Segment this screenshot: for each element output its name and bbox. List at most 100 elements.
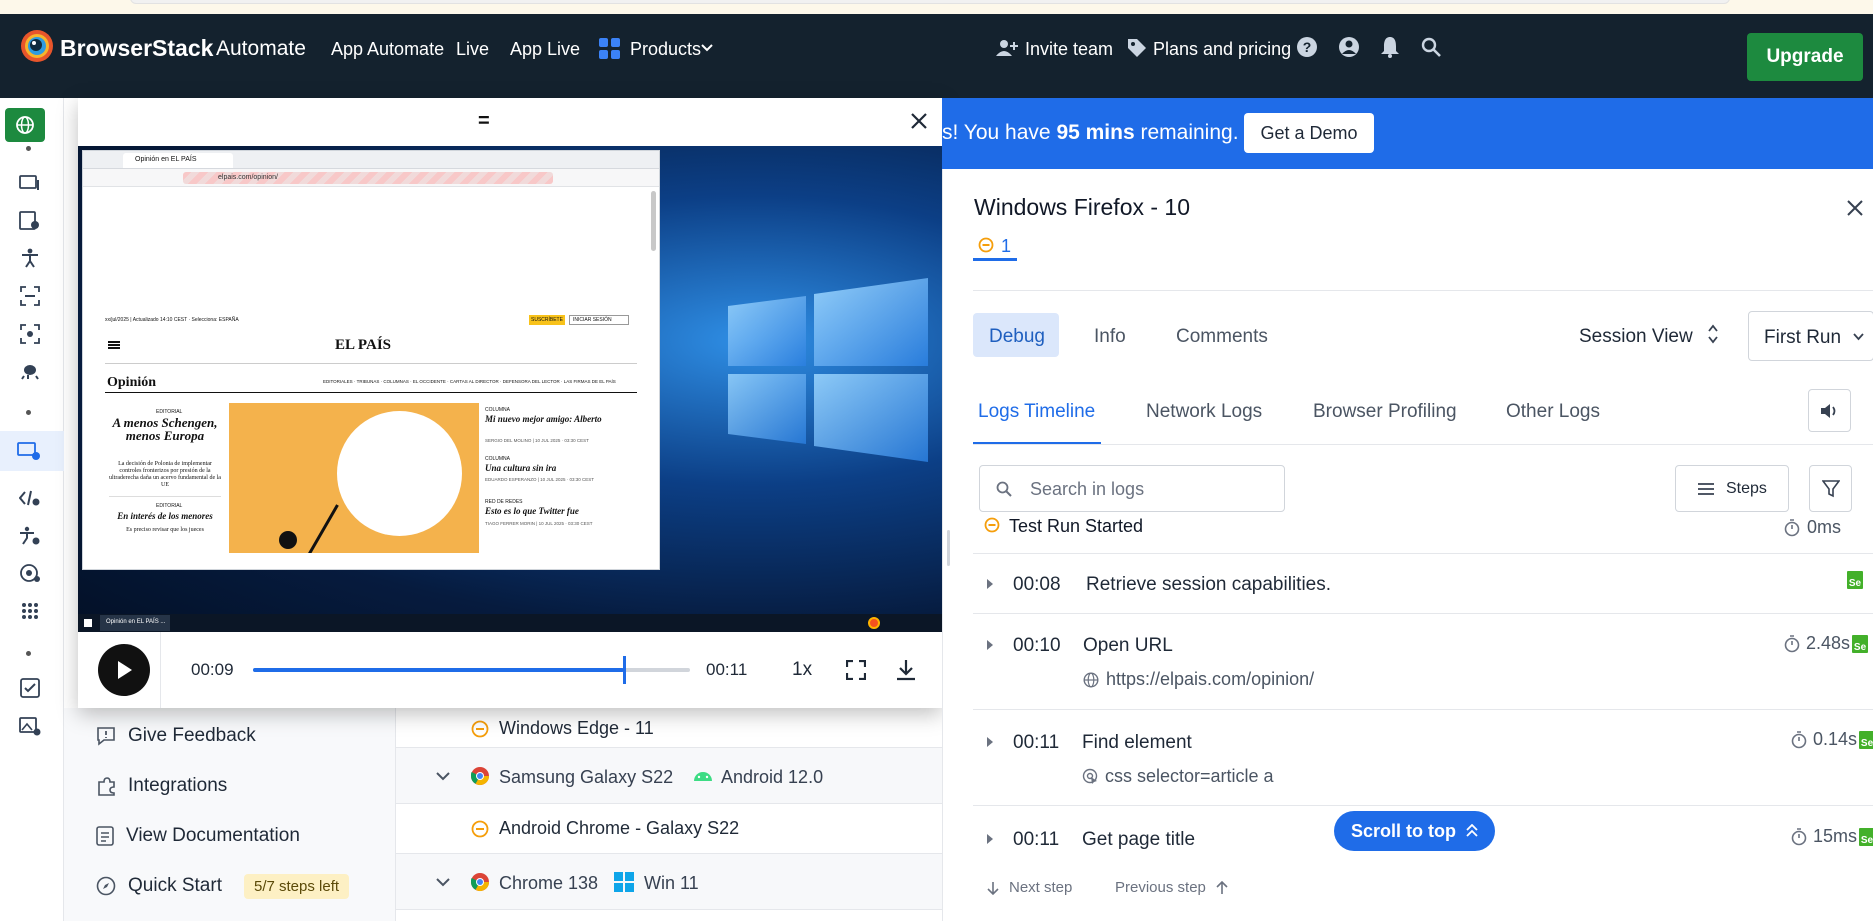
tab-browser-profiling[interactable]: Browser Profiling — [1313, 401, 1457, 423]
tab-logs-timeline[interactable]: Logs Timeline — [978, 401, 1095, 423]
product-name[interactable]: Automate — [216, 38, 306, 59]
page-topline: xx/jul/2025 | Actualizado 14:10 CEST · S… — [105, 317, 239, 323]
column3-meta: TIAGO FERRER MORIN | 10 JUL 2025 · 03:30… — [485, 521, 593, 526]
bell-icon[interactable] — [1380, 36, 1400, 58]
editorial2-body: Es preciso revisar que los jueces — [126, 527, 204, 533]
scroll-to-top-button[interactable]: Scroll to top — [1334, 811, 1495, 851]
help-icon[interactable]: ? — [1296, 36, 1318, 58]
modal-drag-bar[interactable]: = — [78, 98, 942, 146]
sidebar-menu: Give Feedback Integrations View Document… — [64, 708, 396, 921]
nav-products[interactable]: Products — [630, 40, 701, 58]
table-row[interactable]: Windows Edge - 11 — [396, 708, 942, 748]
products-grid-icon — [599, 38, 620, 59]
resize-handle[interactable] — [947, 530, 950, 566]
next-step-button[interactable]: Next step — [987, 879, 1072, 896]
visual-scan-icon[interactable] — [17, 283, 43, 309]
video-frame[interactable]: Opinión en EL PAÍS elpais.com/opinion/ x… — [78, 146, 942, 632]
seek-bar[interactable] — [253, 656, 690, 684]
double-chevron-up-icon — [1466, 824, 1478, 837]
log-name: Open URL — [1083, 635, 1173, 656]
log-detail[interactable]: https://elpais.com/opinion/ — [1083, 669, 1314, 690]
run-select[interactable]: First Run — [1748, 311, 1873, 361]
playback-speed-button[interactable]: 1x — [792, 659, 812, 681]
view-documentation-link[interactable]: View Documentation — [96, 821, 300, 851]
nav-live[interactable]: Live — [456, 40, 489, 58]
filter-button[interactable] — [1809, 465, 1852, 512]
table-row[interactable]: Chrome 138 Win 11 — [396, 854, 942, 910]
observability-icon[interactable] — [17, 560, 43, 586]
table-row[interactable]: Android Chrome - Galaxy S22 — [396, 804, 942, 854]
play-button[interactable] — [98, 644, 150, 696]
brand-name[interactable]: BrowserStack — [60, 37, 213, 60]
tab-comments[interactable]: Comments — [1176, 326, 1268, 348]
expand-caret-icon — [987, 737, 993, 747]
arrow-down-icon — [987, 881, 999, 895]
steps-filter-button[interactable]: Steps — [1675, 465, 1789, 512]
session-view-select[interactable]: Session View — [1579, 326, 1693, 348]
nav-app-automate[interactable]: App Automate — [331, 40, 444, 58]
taskbar-window[interactable]: Opinión en EL PAÍS ... — [106, 619, 165, 625]
editorial2-kicker: EDITORIAL — [156, 503, 183, 509]
previous-step-button[interactable]: Previous step — [1115, 879, 1228, 896]
page-scrollbar[interactable] — [651, 191, 656, 251]
browser-tab-title: Opinión en EL PAÍS — [135, 156, 197, 163]
log-time: 00:08 — [1013, 574, 1061, 595]
log-detail[interactable]: css selector=article a — [1082, 766, 1274, 787]
invite-user-icon — [996, 39, 1018, 57]
log-row[interactable]: 00:08 Retrieve session capabilities. Se — [973, 554, 1873, 614]
devices-icon[interactable] — [17, 170, 43, 196]
browser-url: elpais.com/opinion/ — [218, 174, 278, 181]
tab-info[interactable]: Info — [1094, 326, 1126, 348]
test-reports-icon[interactable] — [17, 208, 43, 234]
illustration-image — [229, 403, 479, 553]
expand-caret-icon — [987, 640, 993, 650]
get-demo-button[interactable]: Get a Demo — [1244, 113, 1374, 153]
log-row[interactable]: 00:10 Open URL https://elpais.com/opinio… — [973, 614, 1873, 710]
start-icon[interactable] — [84, 619, 92, 627]
tab-other-logs[interactable]: Other Logs — [1506, 401, 1600, 423]
globe-icon[interactable] — [5, 108, 45, 142]
close-panel-icon[interactable] — [1846, 199, 1864, 217]
invite-team-link[interactable]: Invite team — [1025, 40, 1113, 58]
bug-icon[interactable] — [17, 358, 43, 384]
sort-arrows-icon[interactable] — [1707, 323, 1719, 345]
image-settings-icon[interactable] — [17, 713, 43, 739]
log-time: 00:11 — [1013, 732, 1060, 753]
integrations-label: Integrations — [128, 775, 228, 796]
seek-handle[interactable] — [623, 656, 627, 684]
automate-active-icon[interactable] — [0, 431, 64, 471]
upgrade-button[interactable]: Upgrade — [1747, 33, 1863, 81]
drag-handle-icon[interactable]: = — [478, 110, 490, 133]
give-feedback-link[interactable]: Give Feedback — [96, 721, 256, 751]
code-settings-icon[interactable] — [17, 485, 43, 511]
plans-pricing-link[interactable]: Plans and pricing — [1153, 40, 1291, 58]
chevron-down-icon — [1853, 333, 1864, 341]
nav-app-live[interactable]: App Live — [510, 40, 580, 58]
chevron-down-icon[interactable] — [701, 44, 713, 52]
download-icon[interactable] — [896, 659, 916, 681]
search-icon[interactable] — [1421, 37, 1441, 57]
selenium-icon: Se — [1852, 634, 1869, 653]
sound-button[interactable] — [1808, 389, 1851, 432]
log-row[interactable]: 00:11 Find element css selector=article … — [973, 710, 1873, 806]
tab-debug-label: Debug — [989, 326, 1045, 347]
tab-network-logs[interactable]: Network Logs — [1146, 401, 1262, 423]
run-tab[interactable]: 1 — [973, 207, 1017, 261]
integrations-link[interactable]: Integrations — [96, 771, 227, 801]
close-icon[interactable] — [910, 112, 928, 130]
fullscreen-icon[interactable] — [846, 660, 866, 680]
ai-scan-icon[interactable] — [17, 321, 43, 347]
accessibility-settings-icon[interactable] — [17, 523, 43, 549]
quick-start-link[interactable]: Quick Start 5/7 steps left — [96, 871, 350, 901]
search-logs-input[interactable]: Search in logs — [979, 465, 1285, 512]
android-icon — [694, 772, 712, 781]
selenium-icon: Se — [1847, 571, 1863, 589]
apps-grid-icon[interactable] — [17, 598, 43, 624]
account-icon[interactable] — [1338, 36, 1360, 58]
table-row[interactable]: Samsung Galaxy S22 Android 12.0 — [396, 748, 942, 804]
accessibility-icon[interactable] — [17, 245, 43, 271]
test-management-icon[interactable] — [17, 675, 43, 701]
device-name: Samsung Galaxy S22 — [499, 767, 674, 787]
log-name: Retrieve session capabilities. — [1086, 574, 1332, 595]
browserstack-logo-icon[interactable] — [20, 29, 54, 63]
